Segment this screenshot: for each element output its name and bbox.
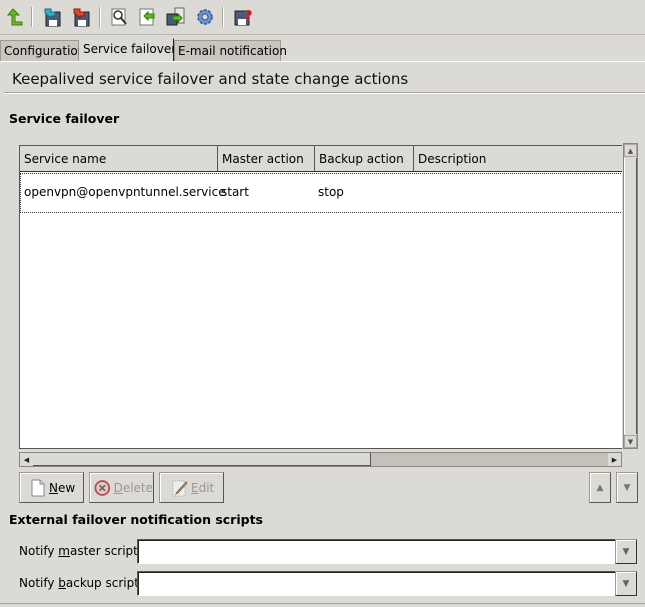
- notify-backup-script-label: Notify backup script:: [19, 576, 143, 590]
- apply-button[interactable]: [137, 6, 159, 28]
- cell-backup-action: stop: [318, 185, 344, 199]
- save-return-button[interactable]: [41, 6, 63, 28]
- tab-panel: Keepalived service failover and state ch…: [0, 61, 645, 607]
- vertical-scroll-thumb[interactable]: [624, 158, 637, 434]
- copy-to-host-button[interactable]: [165, 6, 187, 28]
- section-title-external-scripts: External failover notification scripts: [9, 512, 263, 527]
- move-down-button[interactable]: ▼: [616, 472, 638, 503]
- go-up-button[interactable]: [3, 6, 25, 28]
- view-preview-icon: [111, 8, 127, 26]
- title-divider: [4, 92, 645, 94]
- tab-service-failover[interactable]: Service failover: [79, 38, 176, 62]
- move-down-arrow-icon: ▼: [623, 482, 631, 493]
- revert-button[interactable]: [70, 6, 92, 28]
- notify-backup-script-input[interactable]: [137, 571, 615, 596]
- edit-button-label: Edit: [191, 480, 215, 495]
- save-and-return-icon: [44, 8, 61, 27]
- tab-configuration[interactable]: Configuration: [0, 40, 85, 62]
- horizontal-scroll-thumb[interactable]: [33, 453, 371, 466]
- column-header-master-action[interactable]: Master action: [218, 146, 315, 171]
- horizontal-scrollbar[interactable]: ◀ ▶: [19, 452, 622, 467]
- go-up-icon: [6, 8, 23, 26]
- column-header-description[interactable]: Description: [414, 146, 622, 171]
- cell-master-action: start: [221, 185, 249, 199]
- delete-button-label: Delete: [113, 480, 153, 495]
- notify-master-script-dropdown-button[interactable]: ▼: [615, 539, 637, 564]
- notify-master-script-label: Notify master script:: [19, 544, 142, 558]
- preview-button[interactable]: [108, 6, 130, 28]
- notify-master-script-combo: ▼: [137, 539, 637, 564]
- notify-backup-script-dropdown-button[interactable]: ▼: [615, 571, 637, 596]
- help-icon: ?: [234, 7, 253, 26]
- settings-button[interactable]: [194, 6, 216, 28]
- scroll-right-arrow-icon[interactable]: ▶: [608, 453, 621, 466]
- bottom-divider: [0, 603, 645, 607]
- cell-service-name: openvpn@openvpntunnel.service: [24, 185, 226, 199]
- revert-icon: [73, 8, 90, 27]
- vertical-scrollbar[interactable]: ▲ ▼: [623, 143, 638, 449]
- row-focus-indicator: [20, 173, 21, 213]
- toolbar-separator: [31, 7, 33, 27]
- move-up-arrow-icon: ▲: [596, 482, 604, 493]
- new-button-label: New: [49, 480, 76, 495]
- tab-bar: Configuration Service failover E-mail no…: [0, 38, 645, 62]
- apply-changes-icon: [139, 8, 155, 26]
- delete-icon: [94, 479, 111, 496]
- toolbar-separator: [99, 7, 101, 27]
- section-title-service-failover: Service failover: [9, 111, 120, 126]
- table-header: Service name Master action Backup action…: [20, 146, 622, 172]
- chevron-down-icon: ▼: [622, 578, 630, 589]
- copy-to-host-icon: [166, 7, 185, 26]
- service-failover-table: Service name Master action Backup action…: [19, 145, 622, 449]
- new-button[interactable]: New: [19, 472, 84, 503]
- column-header-backup-action[interactable]: Backup action: [315, 146, 414, 171]
- scroll-left-arrow-icon[interactable]: ◀: [20, 453, 33, 466]
- notify-master-script-input[interactable]: [137, 539, 615, 564]
- settings-gear-icon: [197, 9, 213, 25]
- scroll-up-arrow-icon[interactable]: ▲: [624, 144, 637, 157]
- move-up-button[interactable]: ▲: [589, 472, 611, 503]
- help-button[interactable]: ?: [232, 6, 254, 28]
- delete-button[interactable]: Delete: [89, 472, 154, 503]
- svg-text:?: ?: [244, 7, 253, 25]
- tab-email-notification[interactable]: E-mail notification: [174, 40, 287, 62]
- new-document-icon: [31, 479, 45, 496]
- chevron-down-icon: ▼: [622, 546, 630, 557]
- toolbar: ?: [0, 0, 645, 35]
- column-header-service-name[interactable]: Service name: [20, 146, 218, 171]
- notify-backup-script-combo: ▼: [137, 571, 637, 596]
- table-row[interactable]: openvpn@openvpntunnel.service start stop: [20, 173, 622, 213]
- scroll-down-arrow-icon[interactable]: ▼: [624, 435, 637, 448]
- toolbar-separator: [222, 7, 224, 27]
- edit-pencil-icon: [172, 480, 188, 496]
- edit-button[interactable]: Edit: [159, 472, 224, 503]
- page-title: Keepalived service failover and state ch…: [12, 70, 409, 88]
